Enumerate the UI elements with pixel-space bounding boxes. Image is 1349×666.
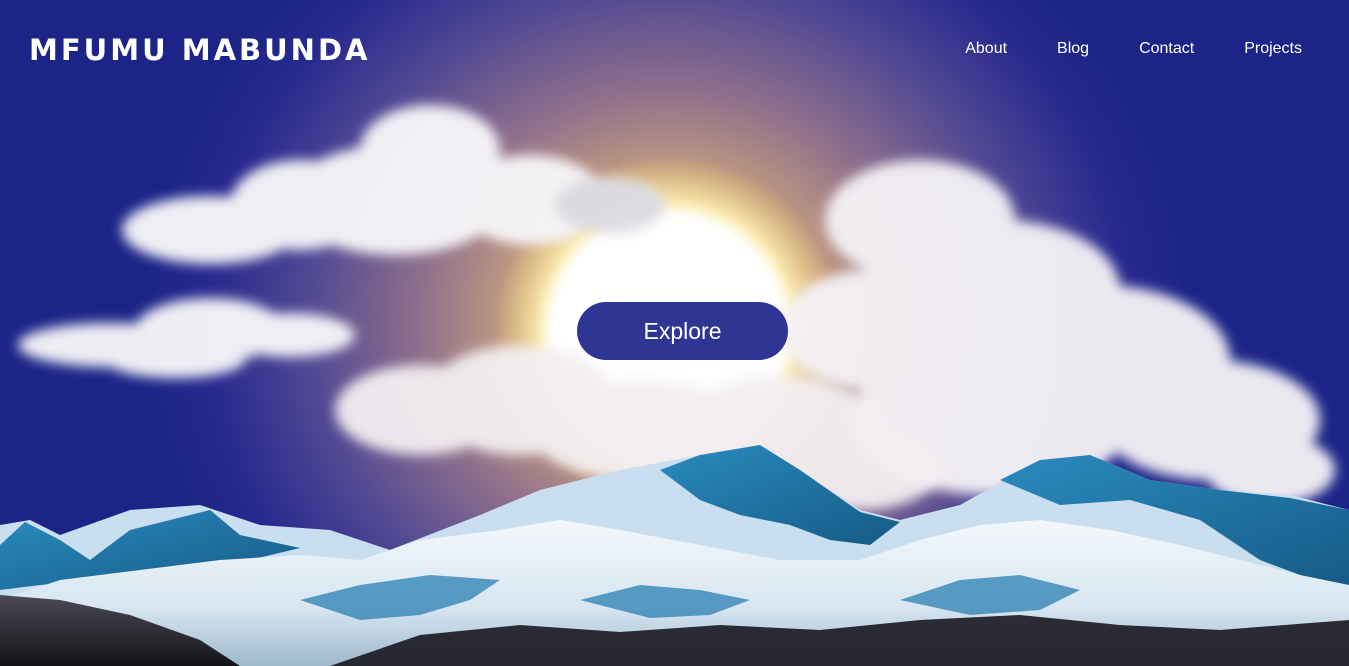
main-nav: About Blog Contact Projects bbox=[965, 36, 1302, 62]
explore-button[interactable]: Explore bbox=[577, 302, 788, 360]
nav-link-about[interactable]: About bbox=[965, 36, 1007, 62]
nav-link-blog[interactable]: Blog bbox=[1057, 36, 1089, 62]
nav-link-projects[interactable]: Projects bbox=[1244, 36, 1302, 62]
nav-link-contact[interactable]: Contact bbox=[1139, 36, 1194, 62]
hero-section: MFUMU MABUNDA About Blog Contact Project… bbox=[0, 0, 1349, 666]
cloud-left bbox=[18, 298, 355, 378]
site-title[interactable]: MFUMU MABUNDA bbox=[29, 31, 370, 69]
